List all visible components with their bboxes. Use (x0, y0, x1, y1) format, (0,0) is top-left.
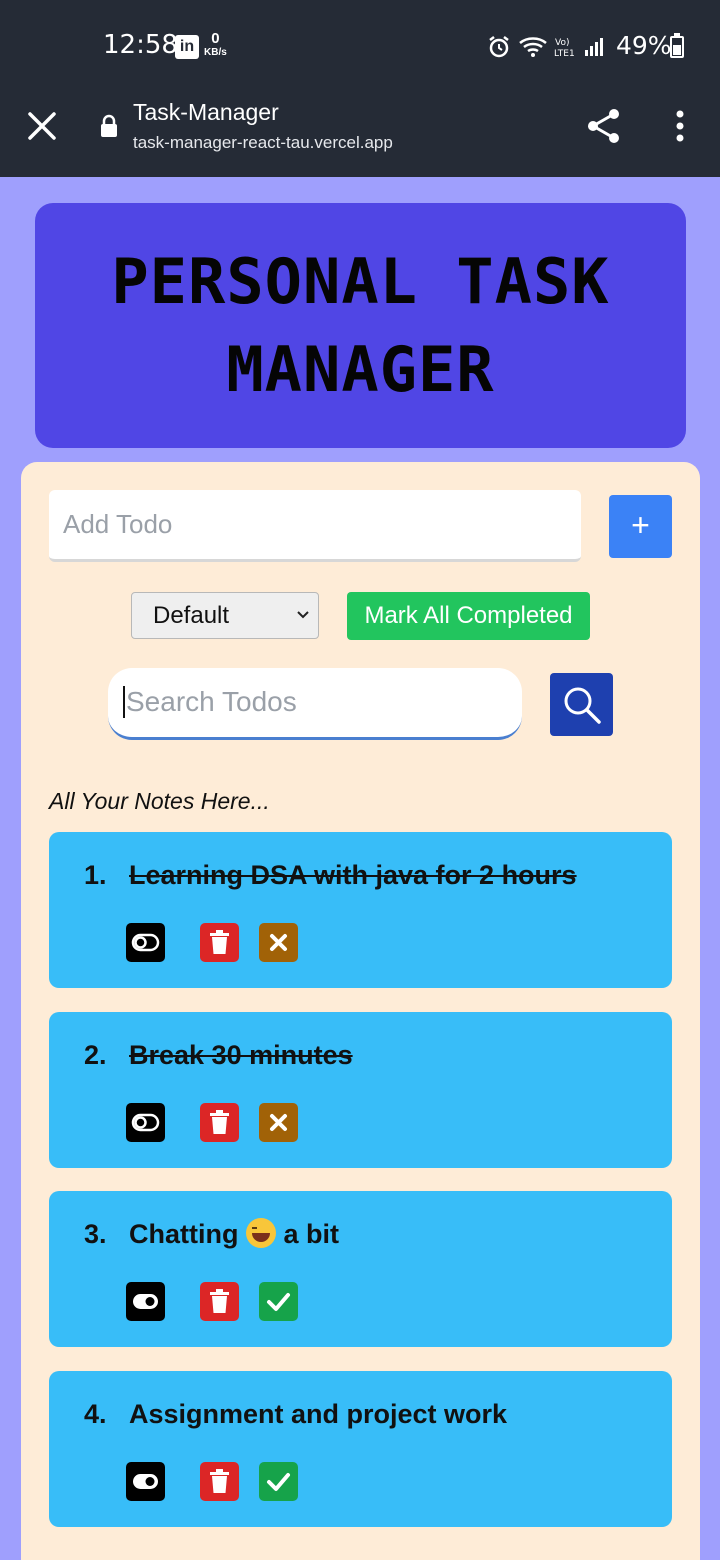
todo-item: 1. Learning DSA with java for 2 hours (49, 832, 672, 988)
todo-number: 3. (84, 1219, 107, 1249)
search-button[interactable] (550, 673, 613, 736)
share-icon[interactable] (584, 106, 624, 146)
x-icon (270, 1114, 287, 1131)
todo-number: 4. (84, 1399, 107, 1429)
alarm-icon (489, 36, 509, 58)
todo-number: 2. (84, 1040, 107, 1070)
linkedin-icon: in (175, 35, 199, 59)
browser-toolbar: Task-Manager task-manager-react-tau.verc… (0, 90, 720, 177)
svg-text:Vo): Vo) (555, 38, 569, 48)
toggle-button[interactable] (126, 1462, 165, 1501)
page-url[interactable]: task-manager-react-tau.vercel.app (133, 133, 393, 153)
delete-button[interactable] (200, 1462, 239, 1501)
delete-button[interactable] (200, 923, 239, 962)
todo-text: Assignment and project work (129, 1399, 508, 1429)
trash-icon (210, 1289, 229, 1313)
battery-icon (670, 33, 684, 58)
add-todo-button[interactable]: + (609, 495, 672, 558)
filter-selected-value: Default (153, 602, 230, 629)
notes-heading: All Your Notes Here... (49, 788, 270, 814)
more-options-icon[interactable] (668, 108, 692, 144)
toggle-button[interactable] (126, 1103, 165, 1142)
todo-text: Break 30 minutes (129, 1040, 353, 1070)
trash-icon (210, 930, 229, 954)
todo-item: 2. Break 30 minutes (49, 1012, 672, 1168)
search-placeholder: Search Todos (126, 686, 297, 717)
todo-item: 4. Assignment and project work (49, 1371, 672, 1527)
check-icon (267, 1293, 290, 1311)
todo-text: Learning DSA with java for 2 hours (129, 860, 577, 890)
todo-panel: + Default Mark All Completed Search Todo… (21, 462, 700, 1560)
grinning-face-icon (246, 1217, 276, 1248)
status-icons: Vo) LTE1 (486, 34, 604, 60)
trash-icon (210, 1110, 229, 1134)
toggle-on-icon (133, 1474, 158, 1489)
mark-incomplete-button[interactable] (259, 923, 298, 962)
search-input[interactable]: Search Todos (108, 668, 522, 740)
mark-incomplete-button[interactable] (259, 1103, 298, 1142)
todo-text-before: Chatting (129, 1219, 239, 1249)
delete-button[interactable] (200, 1103, 239, 1142)
check-icon (267, 1473, 290, 1491)
text-caret (123, 685, 125, 718)
network-speed: 0 KB/s (204, 30, 227, 58)
signal-icon (585, 38, 603, 56)
x-icon (270, 934, 287, 951)
svg-text:LTE1: LTE1 (554, 49, 575, 59)
volte-icon: Vo) LTE1 (554, 38, 575, 59)
search-icon (564, 687, 601, 724)
close-icon[interactable] (24, 108, 60, 144)
mark-all-completed-button[interactable]: Mark All Completed (347, 592, 590, 640)
todo-number: 1. (84, 860, 107, 890)
delete-button[interactable] (200, 1282, 239, 1321)
toggle-button[interactable] (126, 1282, 165, 1321)
app-title: PERSONAL TASK MANAGER (111, 244, 610, 406)
status-time: 12:58 (103, 30, 178, 60)
todo-item: 3. Chatting a bit (49, 1191, 672, 1347)
mark-complete-button[interactable] (259, 1282, 298, 1321)
mark-complete-button[interactable] (259, 1462, 298, 1501)
trash-icon (210, 1469, 229, 1493)
lock-icon (101, 114, 117, 137)
toggle-button[interactable] (126, 923, 165, 962)
page-title: Task-Manager (133, 99, 279, 125)
todo-text-after: a bit (283, 1219, 340, 1249)
wifi-icon (519, 37, 547, 57)
add-todo-input[interactable] (49, 490, 581, 562)
battery-percent: 49% (616, 31, 672, 60)
toggle-off-icon (131, 1113, 160, 1132)
toggle-on-icon (133, 1294, 158, 1309)
status-bar: 12:58 in 0 KB/s Vo) LTE1 49% (0, 0, 720, 90)
toggle-off-icon (131, 933, 160, 952)
filter-select[interactable]: Default (131, 592, 319, 639)
chevron-down-icon (297, 611, 309, 619)
app-header: PERSONAL TASK MANAGER (35, 203, 686, 448)
todo-text: Chatting a bit (129, 1217, 340, 1250)
